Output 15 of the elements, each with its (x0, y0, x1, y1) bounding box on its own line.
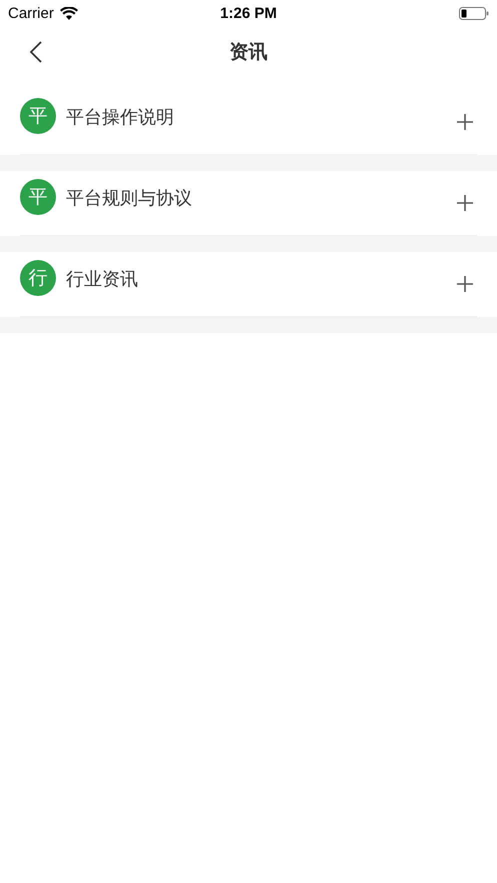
section-title: 行业资讯 (66, 268, 138, 291)
section-header[interactable]: 平 平台规则与协议 (20, 171, 477, 236)
section-title: 平台规则与协议 (66, 187, 192, 210)
wifi-icon (60, 6, 78, 20)
section-header[interactable]: 平 平台操作说明 (20, 90, 477, 155)
avatar-badge: 平 (20, 179, 56, 215)
page-title: 资讯 (230, 41, 268, 65)
avatar-badge: 平 (20, 98, 56, 134)
section-header[interactable]: 行 行业资讯 (20, 252, 477, 317)
clock-time: 1:26 PM (220, 4, 277, 22)
carrier-name: Carrier (8, 4, 54, 22)
back-icon (30, 41, 42, 63)
avatar-badge: 行 (20, 260, 56, 296)
section-title: 平台操作说明 (66, 106, 174, 129)
battery-icon (459, 6, 489, 20)
